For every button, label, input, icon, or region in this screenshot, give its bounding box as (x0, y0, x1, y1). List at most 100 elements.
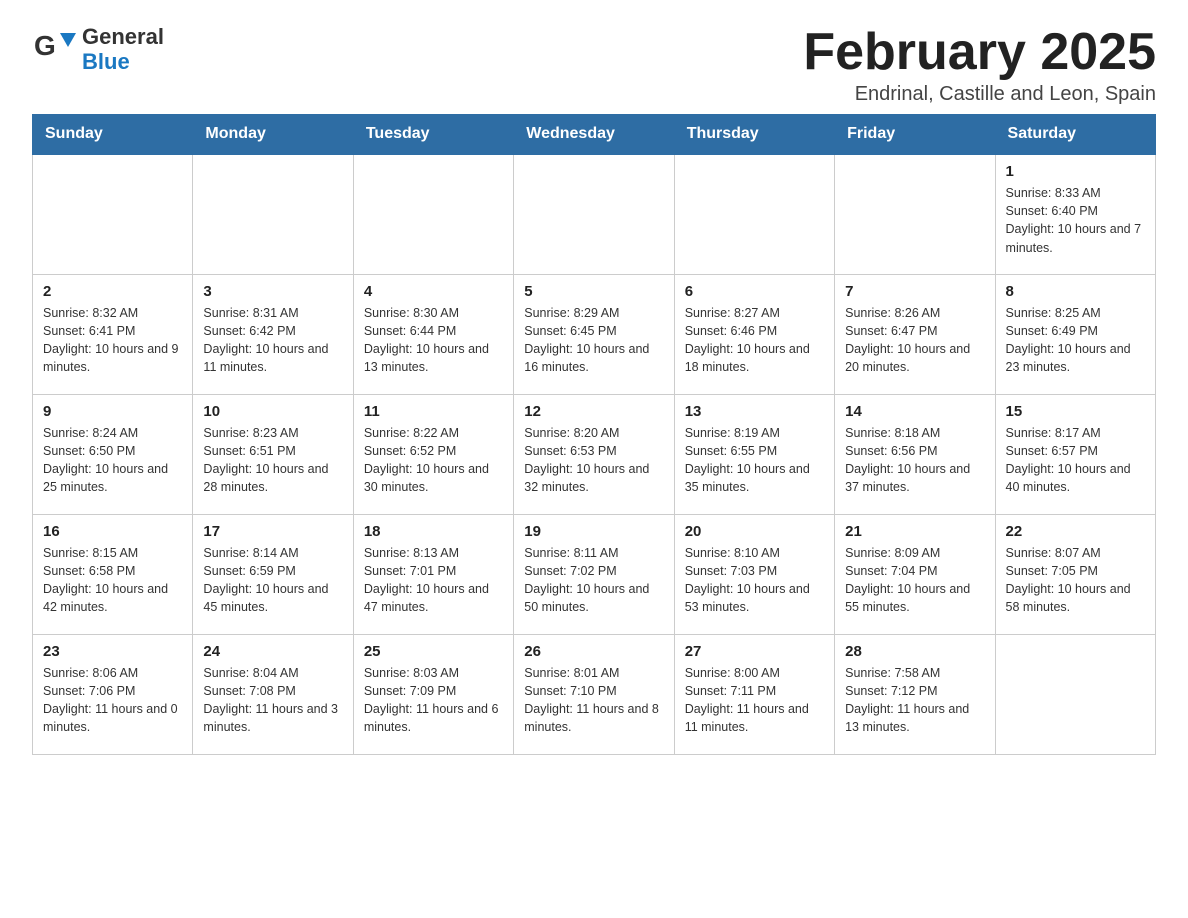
header-day-wednesday: Wednesday (514, 115, 674, 155)
calendar-cell: 16 Sunrise: 8:15 AM Sunset: 6:58 PM Dayli… (33, 514, 193, 634)
day-number: 25 (364, 643, 503, 660)
day-number: 2 (43, 283, 182, 300)
header-day-thursday: Thursday (674, 115, 834, 155)
day-number: 15 (1006, 403, 1145, 420)
calendar-cell (995, 634, 1155, 754)
logo-icon: G (32, 25, 76, 69)
calendar-cell: 8Sunrise: 8:25 AM Sunset: 6:49 PM Daylig… (995, 274, 1155, 394)
day-number: 4 (364, 283, 503, 300)
calendar-cell (353, 154, 513, 274)
day-info: Sunrise: 8:20 AM Sunset: 6:53 PM Dayligh… (524, 424, 663, 497)
calendar-body: 1 Sunrise: 8:33 AM Sunset: 6:40 PM Daylig… (33, 154, 1156, 754)
calendar-cell: 15 Sunrise: 8:17 AM Sunset: 6:57 PM Dayli… (995, 394, 1155, 514)
calendar-week-1: 2 Sunrise: 8:32 AM Sunset: 6:41 PM Daylig… (33, 274, 1156, 394)
calendar-week-3: 16 Sunrise: 8:15 AM Sunset: 6:58 PM Dayli… (33, 514, 1156, 634)
calendar-cell: 6Sunrise: 8:27 AM Sunset: 6:46 PM Daylig… (674, 274, 834, 394)
day-info: Sunrise: 8:17 AM Sunset: 6:57 PM Dayligh… (1006, 424, 1145, 497)
calendar-cell (835, 154, 995, 274)
calendar-cell: 23 Sunrise: 8:06 AM Sunset: 7:06 PM Dayli… (33, 634, 193, 754)
day-info: Sunrise: 7:58 AM Sunset: 7:12 PM Dayligh… (845, 664, 984, 737)
calendar-week-4: 23 Sunrise: 8:06 AM Sunset: 7:06 PM Dayli… (33, 634, 1156, 754)
day-info: Sunrise: 8:29 AM Sunset: 6:45 PM Dayligh… (524, 304, 663, 377)
day-info: Sunrise: 8:33 AM Sunset: 6:40 PM Dayligh… (1006, 184, 1145, 257)
day-info: Sunrise: 8:13 AM Sunset: 7:01 PM Dayligh… (364, 544, 503, 617)
day-info: Sunrise: 8:15 AM Sunset: 6:58 PM Dayligh… (43, 544, 182, 617)
day-number: 27 (685, 643, 824, 660)
calendar-cell: 28 Sunrise: 7:58 AM Sunset: 7:12 PM Dayli… (835, 634, 995, 754)
day-info: Sunrise: 8:27 AM Sunset: 6:46 PM Dayligh… (685, 304, 824, 377)
calendar-week-2: 9 Sunrise: 8:24 AM Sunset: 6:50 PM Daylig… (33, 394, 1156, 514)
calendar-cell: 20 Sunrise: 8:10 AM Sunset: 7:03 PM Dayli… (674, 514, 834, 634)
calendar-cell: 26 Sunrise: 8:01 AM Sunset: 7:10 PM Dayli… (514, 634, 674, 754)
day-info: Sunrise: 8:26 AM Sunset: 6:47 PM Dayligh… (845, 304, 984, 377)
calendar-cell: 17 Sunrise: 8:14 AM Sunset: 6:59 PM Dayli… (193, 514, 353, 634)
calendar-cell: 10Sunrise: 8:23 AM Sunset: 6:51 PM Dayli… (193, 394, 353, 514)
header-day-saturday: Saturday (995, 115, 1155, 155)
day-info: Sunrise: 8:22 AM Sunset: 6:52 PM Dayligh… (364, 424, 503, 497)
day-number: 12 (524, 403, 663, 420)
day-number: 19 (524, 523, 663, 540)
day-number: 5 (524, 283, 663, 300)
calendar-cell: 14Sunrise: 8:18 AM Sunset: 6:56 PM Dayli… (835, 394, 995, 514)
calendar-cell: 24 Sunrise: 8:04 AM Sunset: 7:08 PM Dayli… (193, 634, 353, 754)
calendar-cell: 27 Sunrise: 8:00 AM Sunset: 7:11 PM Dayli… (674, 634, 834, 754)
day-info: Sunrise: 8:11 AM Sunset: 7:02 PM Dayligh… (524, 544, 663, 617)
calendar-cell: 22 Sunrise: 8:07 AM Sunset: 7:05 PM Dayli… (995, 514, 1155, 634)
day-number: 8 (1006, 283, 1145, 300)
day-number: 21 (845, 523, 984, 540)
day-number: 23 (43, 643, 182, 660)
calendar-cell: 1 Sunrise: 8:33 AM Sunset: 6:40 PM Daylig… (995, 154, 1155, 274)
header-day-sunday: Sunday (33, 115, 193, 155)
day-number: 24 (203, 643, 342, 660)
day-info: Sunrise: 8:19 AM Sunset: 6:55 PM Dayligh… (685, 424, 824, 497)
calendar-header-row: SundayMondayTuesdayWednesdayThursdayFrid… (33, 115, 1156, 155)
calendar-cell (33, 154, 193, 274)
day-info: Sunrise: 8:31 AM Sunset: 6:42 PM Dayligh… (203, 304, 342, 377)
header-day-friday: Friday (835, 115, 995, 155)
location-subtitle: Endrinal, Castille and Leon, Spain (803, 83, 1156, 106)
day-info: Sunrise: 8:04 AM Sunset: 7:08 PM Dayligh… (203, 664, 342, 737)
calendar-cell: 25 Sunrise: 8:03 AM Sunset: 7:09 PM Dayli… (353, 634, 513, 754)
day-number: 20 (685, 523, 824, 540)
calendar-cell: 5 Sunrise: 8:29 AM Sunset: 6:45 PM Daylig… (514, 274, 674, 394)
title-block: February 2025 Endrinal, Castille and Leo… (803, 24, 1156, 106)
day-number: 22 (1006, 523, 1145, 540)
day-info: Sunrise: 8:03 AM Sunset: 7:09 PM Dayligh… (364, 664, 503, 737)
calendar-week-0: 1 Sunrise: 8:33 AM Sunset: 6:40 PM Daylig… (33, 154, 1156, 274)
day-number: 9 (43, 403, 182, 420)
day-number: 17 (203, 523, 342, 540)
day-number: 13 (685, 403, 824, 420)
day-number: 7 (845, 283, 984, 300)
calendar-cell: 4 Sunrise: 8:30 AM Sunset: 6:44 PM Daylig… (353, 274, 513, 394)
calendar-cell: 2 Sunrise: 8:32 AM Sunset: 6:41 PM Daylig… (33, 274, 193, 394)
day-number: 28 (845, 643, 984, 660)
day-info: Sunrise: 8:14 AM Sunset: 6:59 PM Dayligh… (203, 544, 342, 617)
day-info: Sunrise: 8:07 AM Sunset: 7:05 PM Dayligh… (1006, 544, 1145, 617)
calendar-cell: 19 Sunrise: 8:11 AM Sunset: 7:02 PM Dayli… (514, 514, 674, 634)
calendar-cell: 11Sunrise: 8:22 AM Sunset: 6:52 PM Dayli… (353, 394, 513, 514)
day-number: 1 (1006, 163, 1145, 180)
day-info: Sunrise: 8:00 AM Sunset: 7:11 PM Dayligh… (685, 664, 824, 737)
day-info: Sunrise: 8:10 AM Sunset: 7:03 PM Dayligh… (685, 544, 824, 617)
day-info: Sunrise: 8:23 AM Sunset: 6:51 PM Dayligh… (203, 424, 342, 497)
day-number: 26 (524, 643, 663, 660)
month-title: February 2025 (803, 24, 1156, 81)
day-info: Sunrise: 8:32 AM Sunset: 6:41 PM Dayligh… (43, 304, 182, 377)
calendar-cell: 18Sunrise: 8:13 AM Sunset: 7:01 PM Dayli… (353, 514, 513, 634)
day-info: Sunrise: 8:24 AM Sunset: 6:50 PM Dayligh… (43, 424, 182, 497)
day-info: Sunrise: 8:18 AM Sunset: 6:56 PM Dayligh… (845, 424, 984, 497)
calendar-cell (514, 154, 674, 274)
day-number: 3 (203, 283, 342, 300)
calendar-cell: 21Sunrise: 8:09 AM Sunset: 7:04 PM Dayli… (835, 514, 995, 634)
calendar-cell: 3 Sunrise: 8:31 AM Sunset: 6:42 PM Daylig… (193, 274, 353, 394)
day-number: 16 (43, 523, 182, 540)
calendar-table: SundayMondayTuesdayWednesdayThursdayFrid… (32, 114, 1156, 755)
logo-line1: General (82, 24, 164, 49)
day-info: Sunrise: 8:01 AM Sunset: 7:10 PM Dayligh… (524, 664, 663, 737)
calendar-cell: 7 Sunrise: 8:26 AM Sunset: 6:47 PM Daylig… (835, 274, 995, 394)
logo: G General Blue (32, 24, 164, 75)
day-info: Sunrise: 8:06 AM Sunset: 7:06 PM Dayligh… (43, 664, 182, 737)
calendar-cell: 12 Sunrise: 8:20 AM Sunset: 6:53 PM Dayli… (514, 394, 674, 514)
day-info: Sunrise: 8:30 AM Sunset: 6:44 PM Dayligh… (364, 304, 503, 377)
svg-text:G: G (34, 30, 56, 61)
